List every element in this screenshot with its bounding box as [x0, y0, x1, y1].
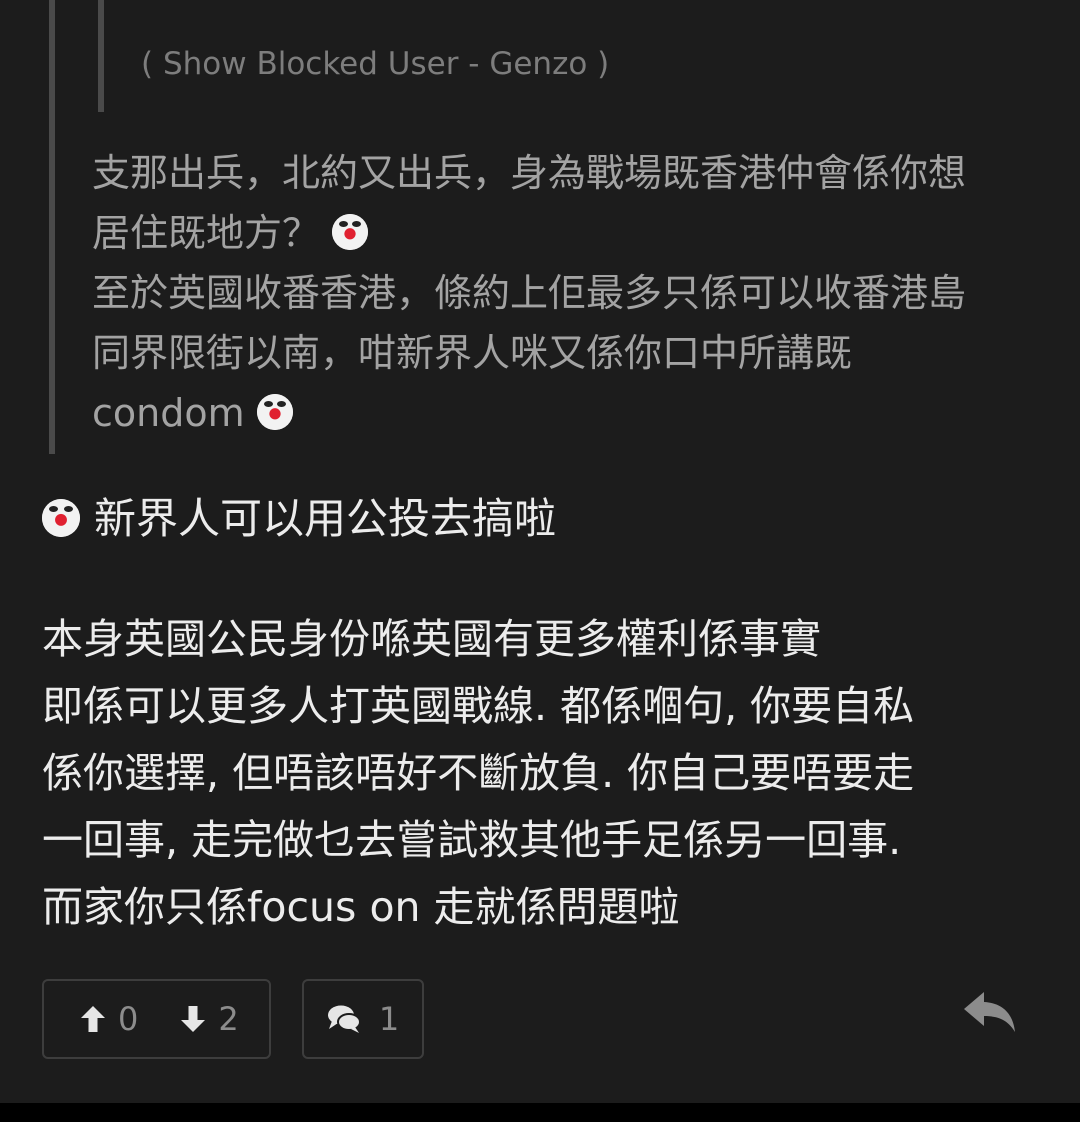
- quote-line-text: condom: [92, 391, 245, 435]
- quote-border-inner: [98, 0, 104, 112]
- reply-icon: [964, 992, 1015, 1032]
- reply-button[interactable]: [962, 990, 1018, 1034]
- bottom-edge-bar: [0, 1103, 1080, 1122]
- quote-line: 支那出兵，北約又出兵，身為戰場既香港仲會係你想: [92, 151, 967, 195]
- comment-bubbles-icon: [327, 1005, 361, 1033]
- quote-line-with-emoji: condom: [92, 383, 1052, 443]
- clown-face-icon: [332, 214, 369, 250]
- upvote-count: 0: [118, 1000, 139, 1038]
- vote-box: 0 2: [42, 979, 271, 1059]
- quote-line-text: 居住既地方？: [92, 211, 321, 255]
- arrow-down-icon: [181, 1006, 206, 1032]
- comments-button[interactable]: 1: [302, 979, 424, 1059]
- post-headline: 新界人可以用公投去搞啦: [42, 488, 556, 550]
- downvote-button[interactable]: 2: [180, 1000, 239, 1038]
- quote-line: 至於英國收番香港，條約上佢最多只係可以收番港島: [92, 271, 967, 315]
- comment-count: 1: [378, 1000, 400, 1038]
- upvote-button[interactable]: 0: [80, 1000, 138, 1038]
- post-body-line: 即係可以更多人打英國戰線. 都係嗰句, 你要自私: [42, 682, 915, 730]
- clown-face-icon: [42, 499, 80, 537]
- quoted-text: 支那出兵，北約又出兵，身為戰場既香港仲會係你想 居住既地方？ 至於英國收番香港，…: [92, 143, 1052, 443]
- post-body-line: 而家你只係focus on 走就係問題啦: [42, 883, 680, 931]
- post-body: 本身英國公民身份喺英國有更多權利係事實 即係可以更多人打英國戰線. 都係嗰句, …: [42, 606, 1042, 941]
- post-headline-text: 新界人可以用公投去搞啦: [94, 494, 557, 543]
- clown-face-icon: [256, 394, 293, 430]
- show-blocked-user-link[interactable]: ( Show Blocked User - Genzo ): [141, 42, 609, 86]
- arrow-up-icon: [81, 1006, 105, 1032]
- post-body-line: 本身英國公民身份喺英國有更多權利係事實: [42, 615, 821, 663]
- post-body-line: 係你選擇, 但唔該唔好不斷放負. 你自己要唔要走: [42, 749, 915, 797]
- quote-line: 同界限街以南，咁新界人咪又係你口中所講既: [92, 331, 853, 375]
- downvote-count: 2: [218, 1000, 239, 1038]
- quote-line-with-emoji: 居住既地方？: [92, 203, 1052, 263]
- post-body-line: 一回事, 走完做乜去嘗試救其他手足係另一回事.: [42, 816, 902, 864]
- quote-border-outer: [49, 0, 55, 454]
